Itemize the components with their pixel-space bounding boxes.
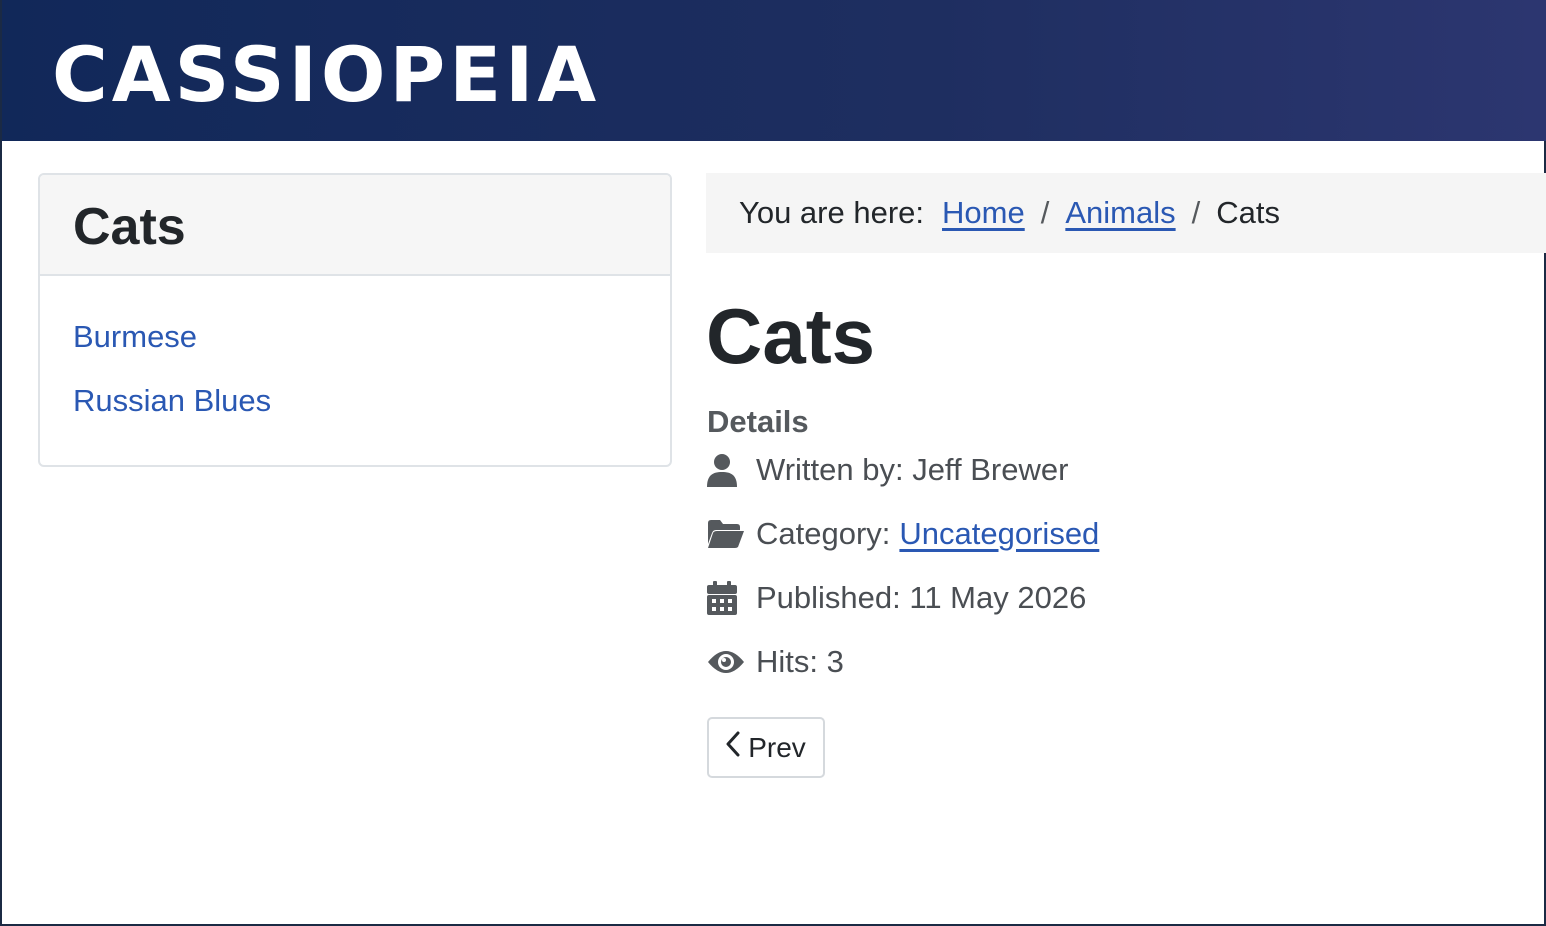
chevron-left-icon: [726, 731, 740, 764]
article-title: Cats: [706, 292, 876, 380]
sidebar-module-title: Cats: [73, 198, 186, 256]
article-author: Written by: Jeff Brewer: [707, 450, 1099, 514]
eye-icon: [707, 642, 745, 682]
author-text: Written by: Jeff Brewer: [756, 452, 1069, 487]
sidebar-link-russian-blues[interactable]: Russian Blues: [73, 383, 271, 418]
sidebar-link-burmese[interactable]: Burmese: [73, 319, 197, 354]
details-heading: Details: [707, 404, 809, 439]
calendar-icon: [707, 578, 745, 618]
breadcrumb-lead: You are here:: [739, 195, 925, 230]
breadcrumb-separator: /: [1191, 195, 1201, 230]
sidebar-module-header: Cats: [40, 175, 670, 276]
user-icon: [707, 450, 745, 490]
page: CASSIOPEIA Cats Burmese Russian Blues Yo…: [0, 0, 1546, 926]
prev-label: Prev: [748, 731, 806, 763]
sidebar-article-list: Burmese Russian Blues: [73, 317, 271, 445]
article-published: Published: 11 May 2026: [707, 578, 1099, 642]
breadcrumb: You are here: Home / Animals / Cats: [706, 173, 1546, 253]
article-info: Written by: Jeff Brewer Category: Uncate…: [707, 450, 1099, 706]
breadcrumb-animals-link[interactable]: Animals: [1065, 195, 1175, 231]
category-prefix: Category:: [756, 516, 891, 551]
hits-text: Hits: 3: [756, 644, 844, 679]
breadcrumb-current: Cats: [1216, 195, 1280, 230]
article-hits: Hits: 3: [707, 642, 1099, 706]
published-text: Published: 11 May 2026: [756, 580, 1087, 615]
category-link[interactable]: Uncategorised: [899, 514, 1099, 554]
article-category: Category: Uncategorised: [707, 514, 1099, 578]
list-item: Russian Blues: [73, 381, 271, 445]
breadcrumb-separator: /: [1040, 195, 1050, 230]
list-item: Burmese: [73, 317, 271, 381]
site-header: CASSIOPEIA: [2, 0, 1546, 141]
breadcrumb-home-link[interactable]: Home: [942, 195, 1025, 231]
sidebar-module: Cats Burmese Russian Blues: [38, 173, 672, 467]
site-logo[interactable]: CASSIOPEIA: [52, 30, 600, 120]
prev-button[interactable]: Prev: [707, 717, 825, 778]
folder-open-icon: [707, 514, 745, 554]
